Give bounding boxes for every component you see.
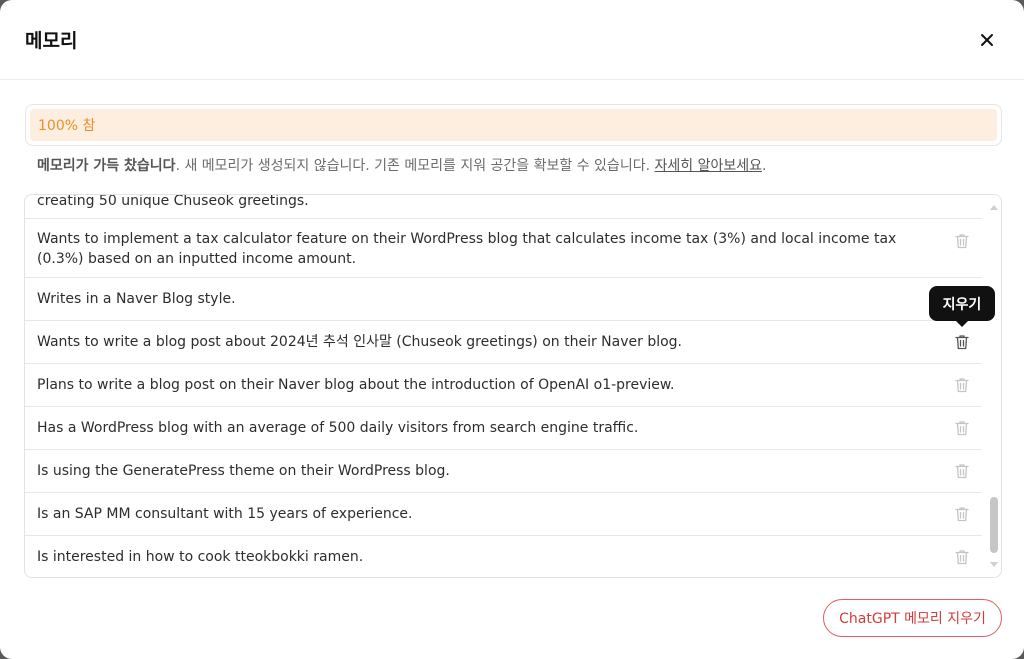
scroll-up-arrow-icon[interactable] [990, 205, 998, 210]
memory-row: Wants to write a blog post about 2024년 추… [25, 321, 982, 364]
close-icon [981, 34, 993, 46]
modal-title: 메모리 [25, 30, 78, 52]
memory-row: Wants to implement a tax calculator feat… [25, 219, 982, 278]
trash-icon[interactable] [955, 463, 969, 479]
trash-icon[interactable] [955, 420, 969, 436]
memory-text: Wants to implement a tax calculator feat… [37, 231, 897, 267]
notice-text: . 새 메모리가 생성되지 않습니다. 기존 메모리를 지워 공간을 확보할 수… [175, 158, 655, 174]
scrollbar[interactable] [986, 195, 1001, 577]
trash-icon[interactable] [955, 377, 969, 393]
memory-list: creating 50 unique Chuseok greetings. Wa… [25, 194, 982, 577]
memory-row: creating 50 unique Chuseok greetings. [25, 194, 982, 219]
notice-end: . [761, 158, 767, 174]
memory-modal: 메모리 100% 참 메모리가 가득 찼습니다. 새 메모리가 생성되지 않습니… [0, 0, 1024, 659]
memory-row: Plans to write a blog post on their Nave… [25, 364, 982, 407]
memory-row: Has a WordPress blog with an average of … [25, 407, 982, 450]
memory-usage-text: 100% 참 [38, 118, 96, 134]
memory-usage-bar: 100% 참 [30, 109, 997, 141]
memory-list-container: creating 50 unique Chuseok greetings. Wa… [24, 194, 1002, 578]
memory-text: Writes in a Naver Blog style. [37, 291, 236, 307]
memory-text: creating 50 unique Chuseok greetings. [37, 194, 309, 209]
trash-icon[interactable] [955, 334, 969, 350]
modal-header: 메모리 [0, 0, 1024, 80]
trash-icon[interactable] [955, 233, 969, 249]
memory-text: Has a WordPress blog with an average of … [37, 420, 639, 436]
memory-full-notice: 메모리가 가득 찼습니다. 새 메모리가 생성되지 않습니다. 기존 메모리를 … [37, 155, 766, 175]
memory-text: Is interested in how to cook tteokbokki … [37, 549, 364, 565]
memory-row: Is using the GeneratePress theme on thei… [25, 450, 982, 493]
memory-text: Is using the GeneratePress theme on thei… [37, 463, 450, 479]
trash-icon[interactable] [955, 549, 969, 565]
memory-row: Is an SAP MM consultant with 15 years of… [25, 493, 982, 536]
scroll-down-arrow-icon[interactable] [990, 562, 998, 567]
memory-row: Is interested in how to cook tteokbokki … [25, 536, 982, 577]
memory-text: Plans to write a blog post on their Nave… [37, 377, 675, 393]
memory-text: Wants to write a blog post about 2024년 추… [37, 334, 682, 350]
memory-usage-meter: 100% 참 [25, 104, 1002, 146]
learn-more-link[interactable]: 자세히 알아보세요 [654, 158, 762, 174]
scrollbar-thumb[interactable] [990, 497, 998, 553]
memory-text: Is an SAP MM consultant with 15 years of… [37, 506, 413, 522]
clear-memory-button[interactable]: ChatGPT 메모리 지우기 [823, 599, 1002, 637]
trash-icon[interactable] [955, 506, 969, 522]
delete-tooltip: 지우기 [929, 286, 995, 327]
close-button[interactable] [974, 27, 1000, 53]
memory-row: Writes in a Naver Blog style. [25, 278, 982, 321]
notice-bold: 메모리가 가득 찼습니다 [37, 158, 176, 174]
